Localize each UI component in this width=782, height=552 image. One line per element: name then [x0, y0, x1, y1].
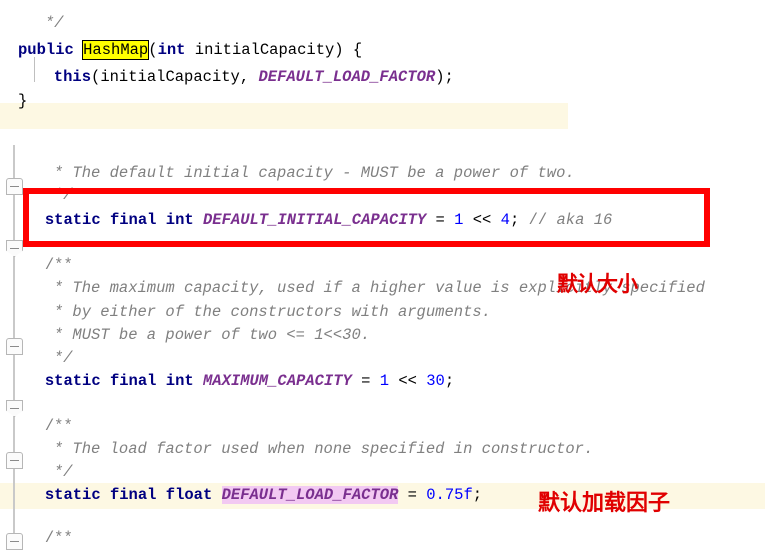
code-line-content: this(initialCapacity, DEFAULT_LOAD_FACTO…	[54, 64, 454, 91]
code-token: <<	[389, 372, 427, 390]
code-token: ;	[472, 486, 483, 504]
comment-token: * MUST be a power of two <= 1<<30.	[53, 326, 371, 344]
annotation-text: 默认大小	[557, 272, 638, 296]
number-token: 4	[500, 211, 510, 229]
comment-token: /**	[44, 256, 73, 274]
keyword-token: public	[18, 41, 74, 59]
code-line[interactable]: */	[0, 10, 782, 37]
comment-token: */	[53, 349, 73, 367]
code-line[interactable]: static final int DEFAULT_INITIAL_CAPACIT…	[0, 207, 782, 234]
constant-token: MAXIMUM_CAPACITY	[202, 372, 352, 390]
code-line[interactable]: }	[0, 88, 782, 115]
annotation-text: 默认加载因子	[538, 491, 671, 516]
comment-token: /**	[44, 417, 73, 435]
comment-token: */	[44, 14, 64, 32]
keyword-token: int	[157, 41, 186, 59]
code-token: ;	[444, 372, 455, 390]
code-token: ;	[509, 211, 529, 229]
code-line[interactable]: * The maximum capacity, used if a higher…	[0, 275, 782, 302]
code-token: =	[398, 486, 427, 504]
occurrence-highlight-token: HashMap	[82, 40, 150, 60]
comment-token: /**	[44, 529, 73, 547]
code-token: );	[435, 68, 454, 86]
code-token: initialCapacity	[185, 41, 335, 59]
code-line-content: static final int DEFAULT_INITIAL_CAPACIT…	[45, 207, 612, 234]
code-line[interactable]: /**	[0, 525, 782, 552]
comment-token: */	[53, 186, 73, 204]
comment-token: //	[528, 211, 557, 229]
code-line-content: /**	[45, 525, 73, 552]
code-token: ,	[239, 68, 259, 86]
code-line-content: static final int MAXIMUM_CAPACITY = 1 <<…	[45, 368, 454, 395]
constant-token: DEFAULT_INITIAL_CAPACITY	[202, 211, 427, 229]
minus-icon	[10, 408, 19, 409]
code-token: <<	[463, 211, 501, 229]
usage-highlight-token: DEFAULT_LOAD_FACTOR	[221, 486, 399, 504]
comment-token: */	[53, 463, 73, 481]
code-line-content: static final float DEFAULT_LOAD_FACTOR =…	[45, 482, 482, 509]
comment-token: * by either of the constructors with arg…	[53, 303, 491, 321]
comment-token: * The default initial capacity - MUST be…	[53, 164, 575, 182]
code-line[interactable]: public HashMap(int initialCapacity) {	[0, 37, 782, 64]
code-line-content: }	[18, 88, 27, 115]
code-token: initialCapacity	[100, 68, 240, 86]
keyword-token: this	[53, 68, 92, 86]
comment-token: aka 16	[556, 211, 613, 229]
code-token: (	[91, 68, 101, 86]
code-editor-viewport[interactable]: */public HashMap(int initialCapacity) {t…	[0, 0, 782, 550]
comment-token: * The load factor used when none specifi…	[53, 440, 594, 458]
constant-token: DEFAULT_LOAD_FACTOR	[258, 68, 436, 86]
keyword-token: static final int	[44, 372, 194, 390]
number-token: 1	[379, 372, 390, 390]
code-line-content: */	[54, 182, 73, 209]
minus-icon	[10, 248, 19, 249]
code-token: ) {	[334, 41, 363, 59]
code-line[interactable]: static final int MAXIMUM_CAPACITY = 1 <<…	[0, 368, 782, 395]
code-line[interactable]: this(initialCapacity, DEFAULT_LOAD_FACTO…	[0, 64, 782, 91]
keyword-token: static final int	[44, 211, 194, 229]
keyword-token: static final float	[44, 486, 213, 504]
code-token: }	[18, 92, 28, 110]
code-token: =	[426, 211, 455, 229]
code-line-content: */	[45, 10, 64, 37]
number-token: 30	[426, 372, 445, 390]
code-line[interactable]: */	[0, 182, 782, 209]
code-token: (	[148, 41, 158, 59]
code-token: =	[351, 372, 380, 390]
number-token: 0.75f	[426, 486, 473, 504]
code-line-content: public HashMap(int initialCapacity) {	[18, 37, 362, 64]
